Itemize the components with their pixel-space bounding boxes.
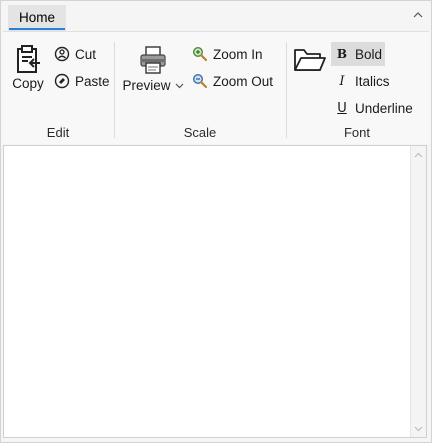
folder-open-icon bbox=[294, 49, 326, 71]
clipboard-paste-icon bbox=[17, 45, 40, 73]
chevron-down-icon bbox=[175, 83, 183, 88]
cut-label: Cut bbox=[75, 46, 97, 62]
copy-button[interactable]: Copy bbox=[8, 44, 48, 102]
bold-icon: B bbox=[336, 47, 348, 61]
font-group-label: Font bbox=[343, 125, 370, 140]
scroll-down-button[interactable] bbox=[414, 424, 423, 433]
printer-icon bbox=[140, 46, 166, 74]
preview-label: Preview bbox=[122, 78, 171, 93]
zoom-out-icon bbox=[192, 73, 208, 89]
italics-label: Italics bbox=[355, 73, 390, 89]
ribbon-tabstrip: Home bbox=[1, 1, 431, 31]
copy-label: Copy bbox=[12, 76, 44, 91]
paste-icon bbox=[54, 73, 70, 89]
zoom-out-button[interactable]: Zoom Out bbox=[189, 69, 281, 93]
edit-group-label: Edit bbox=[46, 125, 70, 140]
cut-button[interactable]: Cut bbox=[51, 42, 103, 66]
font-group: B Bold I Italics U Underline Font bbox=[287, 32, 427, 144]
collapse-ribbon-button[interactable] bbox=[411, 8, 425, 22]
paste-button[interactable]: Paste bbox=[51, 69, 111, 93]
zoom-in-icon bbox=[192, 46, 208, 62]
zoom-in-label: Zoom In bbox=[213, 46, 263, 62]
italic-icon: I bbox=[339, 73, 345, 89]
bold-button[interactable]: B Bold bbox=[331, 42, 385, 66]
bold-label: Bold bbox=[354, 46, 382, 62]
scale-group: Preview Zoom In Zoom Out Scale bbox=[115, 32, 285, 144]
zoom-in-button[interactable]: Zoom In bbox=[189, 42, 269, 66]
edit-group: Copy Cut Paste Edit bbox=[3, 32, 113, 144]
app-window: Home Copy Cut Paste Edit Preview Zoom In… bbox=[0, 0, 432, 443]
paste-label: Paste bbox=[75, 73, 110, 89]
scroll-up-button[interactable] bbox=[414, 150, 423, 159]
preview-button[interactable]: Preview bbox=[121, 44, 185, 102]
italics-button[interactable]: I Italics bbox=[331, 69, 395, 93]
scissors-icon bbox=[54, 46, 70, 62]
chevron-up-icon bbox=[413, 12, 423, 18]
underline-icon: U bbox=[337, 100, 347, 116]
zoom-out-label: Zoom Out bbox=[213, 73, 274, 89]
open-folder-button[interactable] bbox=[291, 44, 329, 84]
chevron-down-icon bbox=[414, 426, 423, 431]
scale-group-label: Scale bbox=[183, 125, 217, 140]
ribbon-panel: Copy Cut Paste Edit Preview Zoom In Zoom… bbox=[3, 31, 429, 144]
underline-label: Underline bbox=[355, 100, 413, 116]
vertical-scrollbar[interactable] bbox=[410, 146, 426, 437]
chevron-up-icon bbox=[414, 152, 423, 157]
tab-home-selected-indicator bbox=[9, 28, 65, 30]
tab-home-label: Home bbox=[18, 10, 55, 25]
document-area[interactable] bbox=[3, 145, 427, 438]
underline-button[interactable]: U Underline bbox=[331, 96, 419, 120]
